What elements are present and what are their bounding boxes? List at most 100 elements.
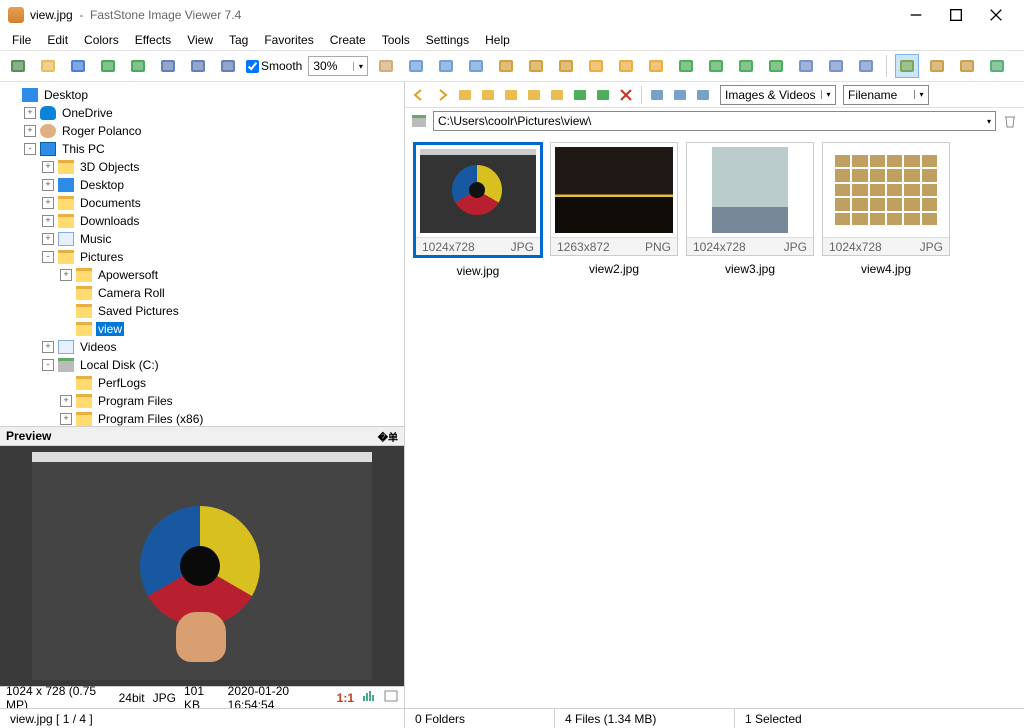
tree-item-program-files[interactable]: +Program Files: [2, 392, 404, 410]
print-button[interactable]: [794, 54, 818, 78]
flip-h-button[interactable]: [764, 54, 788, 78]
menu-effects[interactable]: Effects: [129, 31, 177, 49]
smooth-checkbox[interactable]: Smooth: [246, 59, 302, 73]
menu-file[interactable]: File: [6, 31, 37, 49]
favorites-button[interactable]: [570, 85, 590, 105]
thumbnail-view4-jpg[interactable]: 1024x728JPGview4.jpg: [821, 142, 951, 276]
up-button[interactable]: [455, 85, 475, 105]
tree-item-desktop[interactable]: +Desktop: [2, 176, 404, 194]
menu-help[interactable]: Help: [479, 31, 516, 49]
flip-v-button[interactable]: [734, 54, 758, 78]
filter-combo[interactable]: Images & Videos▾: [720, 85, 836, 105]
hand-button[interactable]: [374, 54, 398, 78]
folder-tree[interactable]: Desktop+OneDrive+Roger Polanco-This PC+3…: [0, 82, 404, 426]
fullscreen-button[interactable]: [955, 54, 979, 78]
delete-button[interactable]: [616, 85, 636, 105]
zoom-out-button[interactable]: [186, 54, 210, 78]
preview-area[interactable]: [0, 446, 404, 686]
menu-view[interactable]: View: [181, 31, 219, 49]
new-folder-button[interactable]: [501, 85, 521, 105]
preview-zoom-ratio[interactable]: 1:1: [337, 691, 354, 705]
copy-to-button[interactable]: [524, 85, 544, 105]
tree-item-onedrive[interactable]: +OneDrive: [2, 104, 404, 122]
close-button[interactable]: [976, 0, 1016, 30]
crop-button[interactable]: [404, 54, 428, 78]
drive-icon[interactable]: [409, 111, 429, 131]
expand-icon[interactable]: -: [24, 143, 36, 155]
thumbnail-grid[interactable]: 1024x728JPGview.jpg1263x872PNGview2.jpg1…: [405, 134, 1024, 708]
view-large-button[interactable]: [647, 85, 667, 105]
expand-icon[interactable]: +: [60, 395, 72, 407]
tree-item-3d-objects[interactable]: +3D Objects: [2, 158, 404, 176]
rotate-right-button[interactable]: [704, 54, 728, 78]
tree-item-documents[interactable]: +Documents: [2, 194, 404, 212]
compare-button[interactable]: [854, 54, 878, 78]
expand-icon[interactable]: +: [42, 341, 54, 353]
expand-icon[interactable]: +: [60, 269, 72, 281]
sun-button[interactable]: [584, 54, 608, 78]
move-to-button[interactable]: [547, 85, 567, 105]
histogram-icon[interactable]: [362, 690, 376, 705]
fit-window-button[interactable]: [985, 54, 1009, 78]
expand-icon[interactable]: -: [42, 359, 54, 371]
thumbnail-view2-jpg[interactable]: 1263x872PNGview2.jpg: [549, 142, 679, 276]
tree-item-desktop[interactable]: Desktop: [2, 86, 404, 104]
view-details-button[interactable]: [693, 85, 713, 105]
menu-colors[interactable]: Colors: [78, 31, 125, 49]
menu-tools[interactable]: Tools: [376, 31, 416, 49]
preview-header[interactable]: Preview �单: [0, 426, 404, 446]
expand-icon[interactable]: +: [42, 179, 54, 191]
adjust-color-button[interactable]: [554, 54, 578, 78]
tree-item-program-files-x86-[interactable]: +Program Files (x86): [2, 410, 404, 426]
text-button[interactable]: [524, 54, 548, 78]
undo-button[interactable]: [96, 54, 120, 78]
rotate-left-button[interactable]: [674, 54, 698, 78]
tree-item-roger-polanco[interactable]: +Roger Polanco: [2, 122, 404, 140]
camera-button[interactable]: [6, 54, 30, 78]
thumbnail-view3-jpg[interactable]: 1024x728JPGview3.jpg: [685, 142, 815, 276]
zoom-in-button[interactable]: [156, 54, 180, 78]
tree-item-view[interactable]: view: [2, 320, 404, 338]
tree-item-saved-pictures[interactable]: Saved Pictures: [2, 302, 404, 320]
recycle-bin-icon[interactable]: [1000, 111, 1020, 131]
tree-item-videos[interactable]: +Videos: [2, 338, 404, 356]
redo-button[interactable]: [126, 54, 150, 78]
thumb-view-button[interactable]: [895, 54, 919, 78]
forward-button[interactable]: [432, 85, 452, 105]
path-dropdown-icon[interactable]: ▾: [987, 117, 991, 126]
expand-icon[interactable]: +: [42, 161, 54, 173]
expand-icon[interactable]: +: [42, 233, 54, 245]
expand-icon[interactable]: +: [24, 125, 36, 137]
expand-icon[interactable]: +: [42, 197, 54, 209]
open-button[interactable]: [36, 54, 60, 78]
tree-item-pictures[interactable]: -Pictures: [2, 248, 404, 266]
maximize-button[interactable]: [936, 0, 976, 30]
menu-edit[interactable]: Edit: [41, 31, 74, 49]
zoom-combo[interactable]: 30%▾: [308, 56, 368, 76]
refresh-button[interactable]: [478, 85, 498, 105]
slideshow-button[interactable]: [824, 54, 848, 78]
tree-item-local-disk-c-[interactable]: -Local Disk (C:): [2, 356, 404, 374]
menu-favorites[interactable]: Favorites: [258, 31, 319, 49]
expand-icon[interactable]: +: [24, 107, 36, 119]
sort_by-combo[interactable]: Filename▾: [843, 85, 929, 105]
tree-item-perflogs[interactable]: PerfLogs: [2, 374, 404, 392]
save-button[interactable]: [66, 54, 90, 78]
expand-icon[interactable]: -: [42, 251, 54, 263]
expand-icon[interactable]: +: [60, 413, 72, 425]
menu-create[interactable]: Create: [324, 31, 372, 49]
tree-item-this-pc[interactable]: -This PC: [2, 140, 404, 158]
contrast-button[interactable]: [614, 54, 638, 78]
thumbnail-view-jpg[interactable]: 1024x728JPGview.jpg: [413, 142, 543, 278]
resize-button[interactable]: [434, 54, 458, 78]
sharpen-button[interactable]: [644, 54, 668, 78]
collapse-icon[interactable]: �单: [378, 429, 398, 444]
minimize-button[interactable]: [896, 0, 936, 30]
menu-tag[interactable]: Tag: [223, 31, 254, 49]
expand-icon[interactable]: +: [42, 215, 54, 227]
home-button[interactable]: [593, 85, 613, 105]
path-input[interactable]: C:\Users\coolr\Pictures\view\ ▾: [433, 111, 996, 131]
detail-view-button[interactable]: [925, 54, 949, 78]
tree-item-apowersoft[interactable]: +Apowersoft: [2, 266, 404, 284]
canvas-button[interactable]: [464, 54, 488, 78]
